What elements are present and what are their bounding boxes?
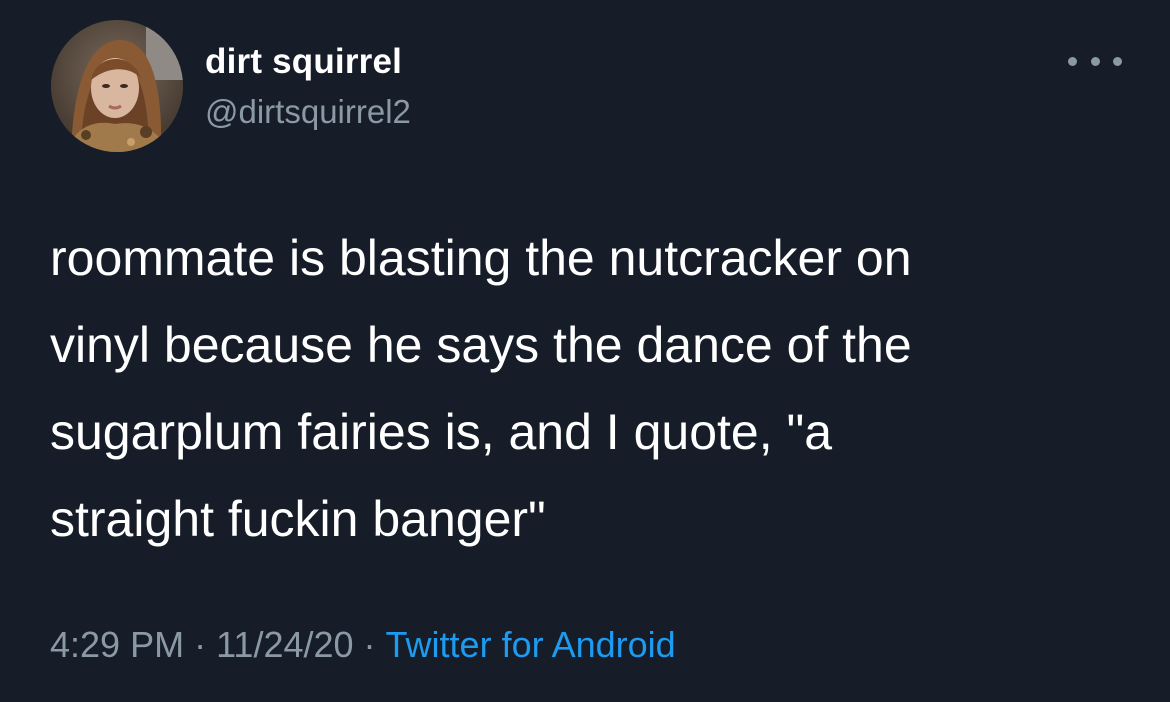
avatar[interactable] bbox=[51, 20, 183, 152]
more-dot bbox=[1068, 56, 1077, 66]
meta-separator: · bbox=[363, 624, 376, 665]
tweet-text-line: straight fuckin banger" bbox=[50, 491, 546, 547]
tweet-meta: 4:29 PM · 11/24/20 · Twitter for Android bbox=[50, 624, 676, 666]
tweet-date[interactable]: 11/24/20 bbox=[216, 624, 353, 665]
tweet-time[interactable]: 4:29 PM bbox=[50, 624, 184, 665]
meta-separator: · bbox=[194, 624, 207, 665]
tweet-source-link[interactable]: Twitter for Android bbox=[386, 624, 676, 665]
display-name[interactable]: dirt squirrel bbox=[205, 42, 402, 82]
more-dot bbox=[1113, 56, 1122, 66]
tweet-text-line: vinyl because he says the dance of the bbox=[50, 317, 912, 373]
more-horizontal-icon[interactable] bbox=[1068, 46, 1122, 76]
user-handle[interactable]: @dirtsquirrel2 bbox=[205, 93, 411, 131]
tweet-card: dirt squirrel @dirtsquirrel2 roommate is… bbox=[0, 0, 1170, 702]
avatar-image bbox=[51, 20, 183, 152]
tweet-text-line: roommate is blasting the nutcracker on bbox=[50, 230, 912, 286]
more-dot bbox=[1090, 56, 1100, 66]
tweet-text: roommate is blasting the nutcracker on v… bbox=[50, 215, 1110, 563]
tweet-text-line: sugarplum fairies is, and I quote, "a bbox=[50, 404, 833, 460]
